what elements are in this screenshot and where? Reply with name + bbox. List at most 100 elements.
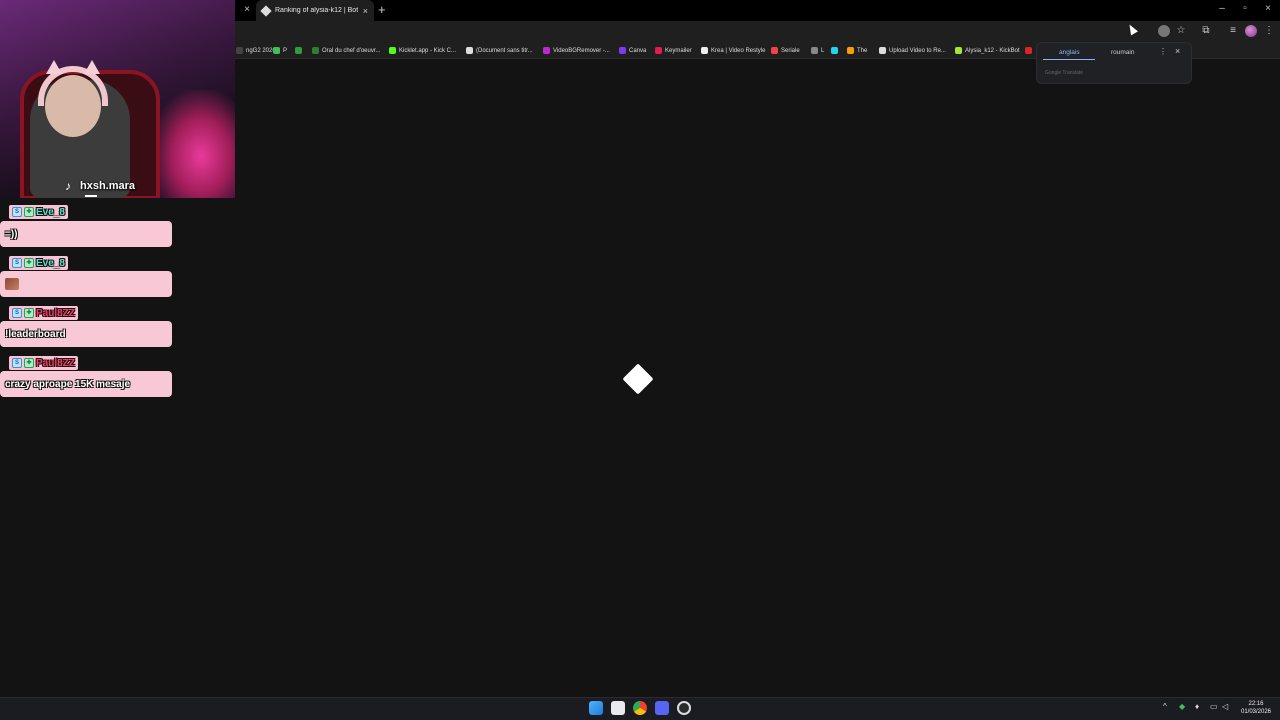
chat-username: Eve_8 [36, 257, 65, 269]
chat-message-text: crazy aproape 15K mesaje [5, 378, 131, 390]
bookmark-favicon-icon [701, 47, 708, 54]
bookmark-label: Canva [629, 47, 647, 54]
chat-emote-icon [5, 278, 19, 290]
tab-title: Ranking of alysia-k12 | BotRix [275, 7, 358, 14]
discord-icon[interactable] [655, 701, 669, 715]
bookmark-item[interactable]: L [811, 45, 824, 56]
translate-popup: anglais roumain ⋮ × Google Translate [1036, 42, 1192, 84]
chat-username-tag: S ✚ Paul8ZZ [9, 356, 78, 370]
bookmark-item[interactable]: P [273, 45, 287, 56]
bookmark-favicon-icon [1025, 47, 1032, 54]
translate-target-language[interactable]: roumain [1111, 49, 1134, 56]
maximize-button[interactable]: ▫ [1237, 3, 1253, 14]
bookmark-item[interactable]: (Document sans titr... [466, 45, 533, 56]
bookmark-item[interactable]: Alysia_k12 - KickBot [955, 45, 1020, 56]
bookmark-label: Krea | Video Restyle [711, 47, 766, 54]
bookmark-label: The [857, 47, 868, 54]
microphone-icon[interactable]: ♦ [1195, 702, 1199, 711]
chat-message-text: =)) [5, 228, 18, 240]
chat-username: Eve_8 [36, 206, 65, 218]
bookmark-item[interactable]: Upload Video to Re... [879, 45, 946, 56]
chat-message: crazy aproape 15K mesaje [0, 371, 172, 397]
handle-text: hxsh.mara [80, 180, 136, 192]
translate-close-button[interactable]: × [1175, 46, 1180, 56]
bookmark-label: Kicklet.app - Kick C... [399, 47, 457, 54]
subscriber-badge-icon: S [12, 258, 22, 268]
clock-date: 01/03/2026 [1240, 709, 1272, 715]
browser-menu-icon[interactable]: ⋮ [1262, 24, 1276, 38]
bookmark-item[interactable]: Kicklet.app - Kick C... [389, 45, 456, 56]
start-windows-icon[interactable] [589, 701, 603, 715]
bookmark-item[interactable] [1025, 45, 1035, 56]
close-window-button[interactable]: × [1260, 3, 1276, 14]
bookmark-item[interactable]: The [847, 45, 867, 56]
bookmark-label: Oral du chef d'oeuvr... [322, 47, 381, 54]
tab-botrix-ranking[interactable]: Ranking of alysia-k12 | BotRix × [256, 0, 374, 21]
active-language-underline [1043, 59, 1095, 60]
subscriber-badge-icon: S [12, 358, 22, 368]
screen: × Ranking of alysia-k12 | BotRix × + – ▫… [0, 0, 1280, 720]
chrome-icon[interactable] [633, 701, 647, 715]
verified-badge-icon: ✚ [24, 207, 34, 217]
cat-ear-left [46, 60, 62, 74]
chat-message-text: !leaderboard [5, 328, 66, 340]
bookmark-favicon-icon [847, 47, 854, 54]
bookmark-item[interactable]: Seriale [771, 45, 800, 56]
loading-diamond-icon [622, 363, 654, 395]
bookmark-label: Keymailer [665, 47, 692, 54]
bookmark-favicon-icon [655, 47, 662, 54]
bookmark-label: (Document sans titr... [476, 47, 533, 54]
bookmark-item[interactable]: Keymailer [655, 45, 692, 56]
bookmark-item[interactable]: ngG2 2026 [236, 45, 276, 56]
bookmark-favicon-icon [955, 47, 962, 54]
security-icon[interactable]: ◆ [1179, 702, 1185, 711]
cam-progress-bar [85, 195, 97, 197]
webcam-overlay: ♪ hxsh.mara [0, 0, 235, 198]
bookmark-label: Upload Video to Re... [889, 47, 946, 54]
bookmark-label: VideoBGRemover -... [553, 47, 610, 54]
chat-username-tag: S ✚ Paul8ZZ [9, 306, 78, 320]
bookmark-item[interactable]: Canva [619, 45, 646, 56]
translate-source-language[interactable]: anglais [1059, 49, 1080, 56]
bookmark-favicon-icon [236, 47, 243, 54]
profile-avatar[interactable] [1245, 25, 1257, 37]
file-explorer-icon[interactable] [611, 701, 625, 715]
bookmark-item[interactable] [831, 45, 841, 56]
bookmark-favicon-icon [771, 47, 778, 54]
bookmark-label: Seriale [781, 47, 800, 54]
tab-close-button[interactable]: × [363, 6, 368, 16]
tiktok-icon: ♪ [65, 179, 71, 193]
bookmark-star-icon[interactable]: ☆ [1174, 24, 1188, 38]
previous-tab-close-button[interactable]: × [241, 4, 253, 15]
bookmark-item[interactable]: Oral du chef d'oeuvr... [312, 45, 381, 56]
bookmark-favicon-icon [295, 47, 302, 54]
network-icon[interactable]: ▭ [1210, 702, 1218, 711]
obs-icon[interactable] [677, 701, 691, 715]
bookmark-item[interactable]: VideoBGRemover -... [543, 45, 610, 56]
verified-badge-icon: ✚ [24, 358, 34, 368]
translate-brand: Google Translate [1045, 70, 1084, 76]
tray-overflow-icon[interactable]: ^ [1163, 702, 1167, 711]
bookmark-favicon-icon [619, 47, 626, 54]
chat-message [0, 271, 172, 297]
bookmark-favicon-icon [273, 47, 280, 54]
bookmark-item[interactable] [295, 45, 305, 56]
clock-time: 22:16 [1248, 701, 1264, 707]
chat-username: Paul8ZZ [36, 307, 75, 319]
extensions-icon[interactable]: ⧉ [1199, 24, 1213, 38]
bookmark-favicon-icon [831, 47, 838, 54]
chat-username-tag: S ✚ Eve_8 [9, 256, 68, 270]
new-tab-button[interactable]: + [378, 2, 386, 17]
clock[interactable]: 22:16 01/03/2026 [1237, 700, 1275, 716]
bookmark-label: Alysia_k12 - KickBot [965, 47, 1020, 54]
extension-avatar-icon[interactable] [1158, 25, 1170, 37]
bookmark-label: ngG2 2026 [246, 47, 276, 54]
media-controls-icon[interactable]: ≡ [1226, 24, 1240, 38]
verified-badge-icon: ✚ [24, 258, 34, 268]
bookmark-favicon-icon [543, 47, 550, 54]
translate-more-icon[interactable]: ⋮ [1159, 47, 1167, 56]
minimize-button[interactable]: – [1214, 3, 1230, 14]
bookmark-item[interactable]: Krea | Video Restyle [701, 45, 765, 56]
volume-icon[interactable]: ◁ [1222, 702, 1228, 711]
bookmark-favicon-icon [466, 47, 473, 54]
